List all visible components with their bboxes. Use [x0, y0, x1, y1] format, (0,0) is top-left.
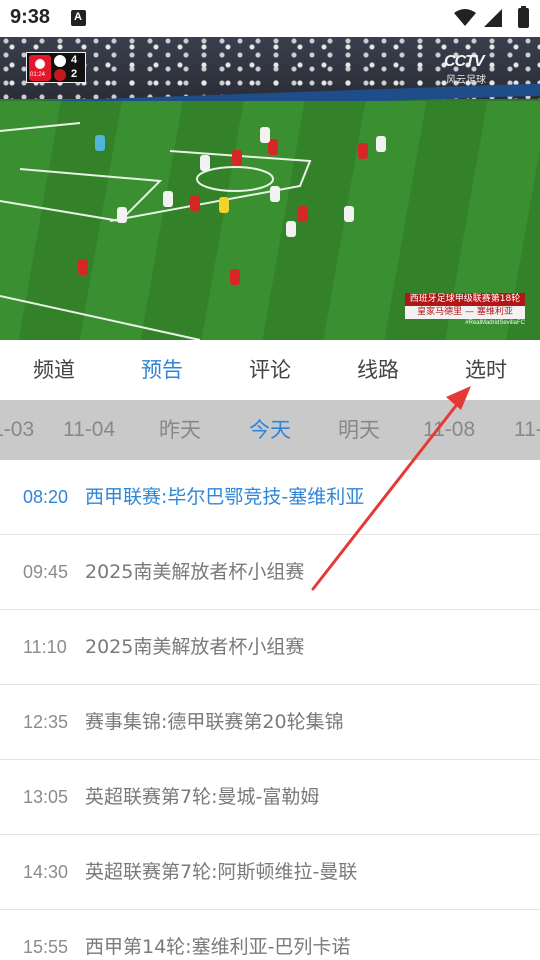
list-item[interactable]: 09:45 2025南美解放者杯小组赛 — [0, 535, 540, 610]
tab-comments[interactable]: 评论 — [216, 340, 324, 400]
player-red — [78, 259, 88, 275]
caption-hashtag: #RealMadridSevillaFC — [465, 320, 525, 326]
video-player[interactable]: 4 2 01:24 CCTV 风云足球 西班牙足球甲级联赛第18轮 皇家马德里 … — [0, 37, 540, 340]
date-item-yesterday[interactable]: 昨天 — [159, 400, 201, 460]
player-white — [200, 155, 210, 171]
list-item[interactable]: 08:20 西甲联赛:毕尔巴鄂竞技-塞维利亚 — [0, 460, 540, 535]
program-title: 赛事集锦:德甲联赛第20轮集锦 — [85, 711, 344, 733]
list-item[interactable]: 14:30 英超联赛第7轮:阿斯顿维拉-曼联 — [0, 835, 540, 910]
player-white — [163, 191, 173, 207]
list-item[interactable]: 12:35 赛事集锦:德甲联赛第20轮集锦 — [0, 685, 540, 760]
player-goalkeeper — [95, 135, 105, 151]
date-item[interactable]: 11-08 — [423, 400, 475, 460]
signal-icon — [484, 9, 502, 27]
program-title: 西甲第14轮:塞维利亚-巴列卡诺 — [85, 936, 351, 958]
tab-lines[interactable]: 线路 — [324, 340, 432, 400]
tab-select-time[interactable]: 选时 — [432, 340, 540, 400]
program-title: 英超联赛第7轮:曼城-富勒姆 — [85, 786, 320, 808]
date-item[interactable]: 11-04 — [63, 400, 115, 460]
cctv-logo-text: CCTV — [444, 53, 485, 70]
program-time: 11:10 — [23, 637, 67, 657]
program-title: 2025南美解放者杯小组赛 — [85, 561, 305, 583]
player-red — [230, 269, 240, 285]
program-time: 08:20 — [23, 487, 69, 507]
caption-title: 西班牙足球甲级联赛第18轮 — [405, 293, 525, 306]
home-crest-icon — [54, 55, 66, 67]
match-caption: 西班牙足球甲级联赛第18轮 皇家马德里 — 塞维利亚 #RealMadridSe… — [405, 293, 525, 326]
home-score: 4 — [71, 54, 78, 66]
date-item-tomorrow[interactable]: 明天 — [338, 400, 380, 460]
away-crest-icon — [54, 69, 66, 81]
tab-channel[interactable]: 频道 — [0, 340, 108, 400]
status-time: 9:38 — [10, 6, 51, 28]
away-score: 2 — [71, 68, 78, 80]
date-selector[interactable]: 11-03 11-04 昨天 今天 明天 11-08 11-09 — [0, 400, 540, 460]
battery-icon — [518, 6, 529, 28]
status-bar: 9:38 — [0, 0, 540, 37]
player-white — [260, 127, 270, 143]
referee — [219, 197, 229, 213]
score-bug: 4 2 01:24 — [26, 52, 86, 83]
program-time: 15:55 — [23, 937, 69, 957]
date-item-today[interactable]: 今天 — [249, 400, 291, 460]
program-title: 英超联赛第7轮:阿斯顿维拉-曼联 — [85, 861, 358, 883]
player-white — [270, 186, 280, 202]
caption-match: 皇家马德里 — 塞维利亚 — [405, 306, 525, 319]
list-item[interactable]: 11:10 2025南美解放者杯小组赛 — [0, 610, 540, 685]
player-red — [298, 206, 308, 222]
program-title: 西甲联赛:毕尔巴鄂竞技-塞维利亚 — [85, 486, 365, 508]
program-list: 08:20 西甲联赛:毕尔巴鄂竞技-塞维利亚 09:45 2025南美解放者杯小… — [0, 460, 540, 960]
player-red — [190, 195, 200, 211]
program-title: 2025南美解放者杯小组赛 — [85, 636, 305, 658]
player-red — [232, 150, 242, 166]
player-white — [117, 207, 127, 223]
accessibility-icon — [71, 10, 86, 26]
cctv-channel-name: 风云足球 — [446, 75, 486, 86]
date-item[interactable]: 11-03 — [0, 400, 34, 460]
wifi-icon — [454, 9, 476, 26]
player-white — [344, 206, 354, 222]
tab-preview[interactable]: 预告 — [108, 340, 216, 400]
player-white — [376, 136, 386, 152]
player-white — [286, 221, 296, 237]
list-item[interactable]: 13:05 英超联赛第7轮:曼城-富勒姆 — [0, 760, 540, 835]
player-red — [358, 143, 368, 159]
app-screen: 9:38 A 4 2 01:24 CCTV 风云足球 西班牙足球甲级联赛第18轮… — [0, 0, 540, 960]
program-time: 12:35 — [23, 712, 69, 732]
broadcaster-logo: CCTV 风云足球 — [444, 53, 502, 86]
program-time: 13:05 — [23, 787, 69, 807]
tab-bar: 频道 预告 评论 线路 选时 — [0, 340, 540, 400]
list-item[interactable]: 15:55 西甲第14轮:塞维利亚-巴列卡诺 — [0, 910, 540, 960]
program-time: 14:30 — [23, 862, 69, 882]
program-time: 09:45 — [23, 562, 69, 582]
match-clock: 01:24 — [30, 72, 46, 78]
date-item[interactable]: 11-09 — [514, 400, 540, 460]
